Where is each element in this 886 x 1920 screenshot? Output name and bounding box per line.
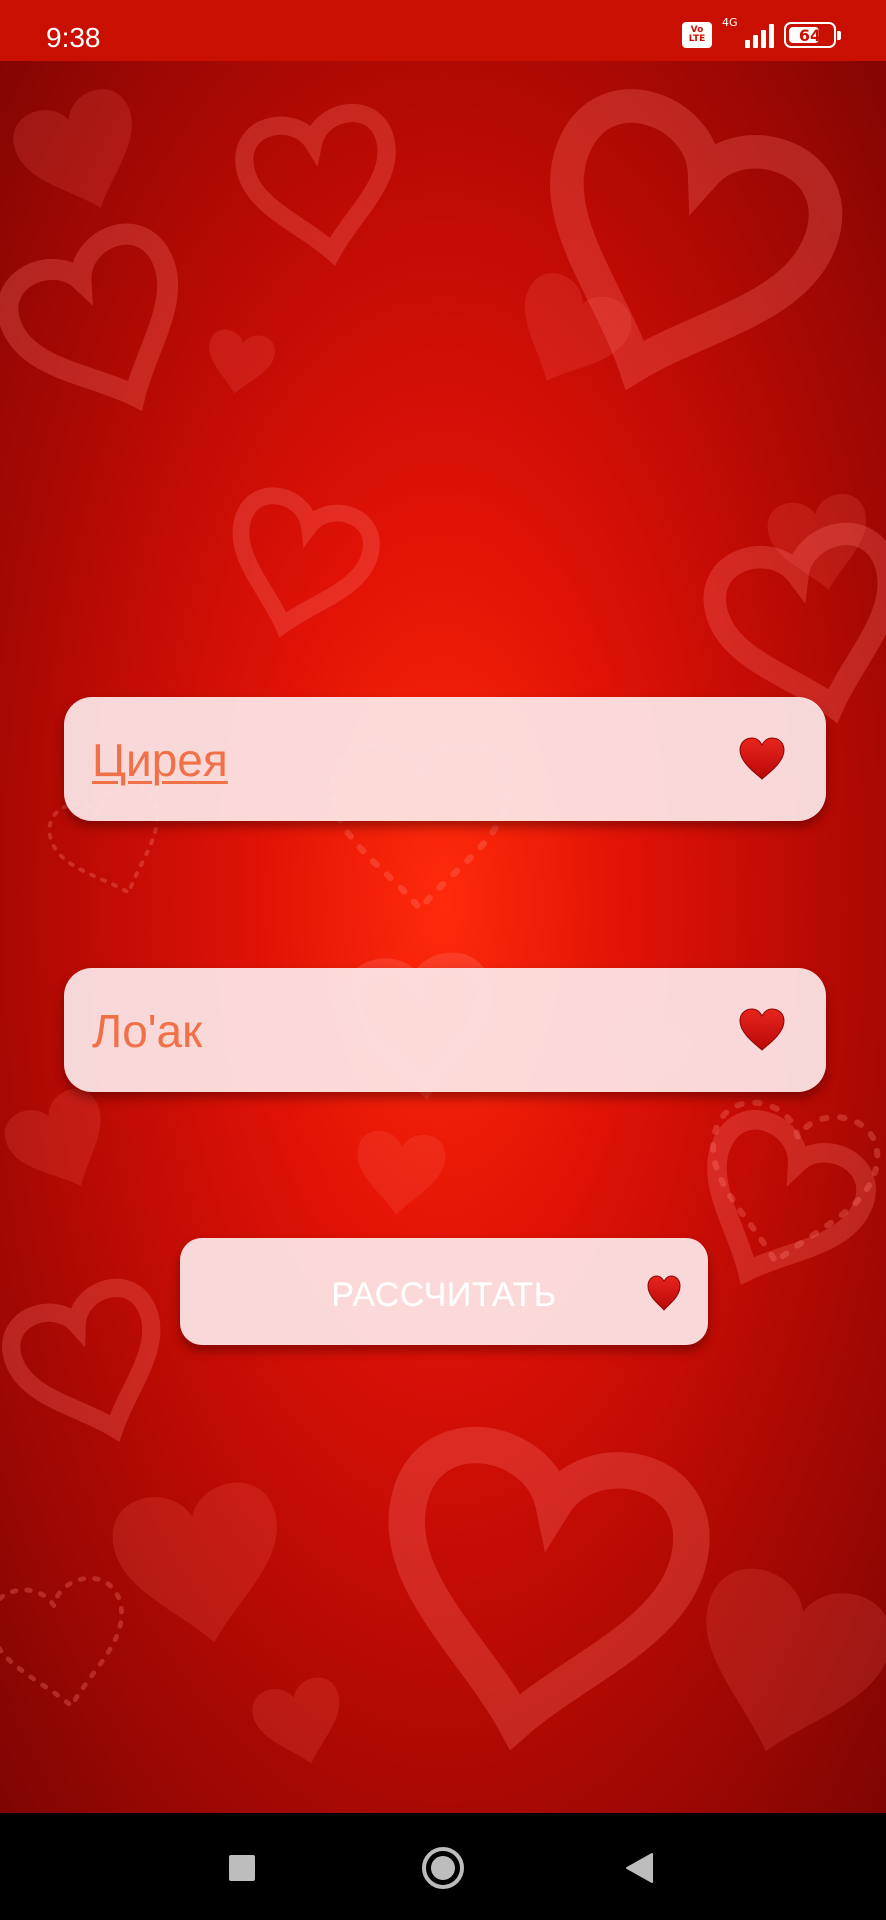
volte-line2: LTE (688, 34, 706, 44)
first-name-value[interactable]: Цирея (92, 733, 228, 787)
battery-icon: 64 (784, 22, 841, 48)
heart-icon (739, 737, 785, 780)
circle-icon (422, 1847, 464, 1889)
recents-button[interactable] (217, 1843, 267, 1893)
second-name-field[interactable]: Ло'ак (64, 968, 826, 1092)
signal-icon: 4G (722, 16, 774, 50)
second-name-value[interactable]: Ло'ак (92, 1004, 202, 1058)
calculate-button[interactable]: РАССЧИТАТЬ (180, 1238, 708, 1345)
hearts-pattern-icon (0, 61, 886, 1776)
heart-icon (739, 1008, 785, 1051)
volte-icon: Vo LTE (682, 22, 712, 48)
square-icon (229, 1855, 255, 1881)
navigation-bar (0, 1813, 886, 1920)
back-button[interactable] (614, 1843, 664, 1893)
background-hearts (0, 61, 886, 1813)
network-type: 4G (722, 16, 738, 29)
status-time: 9:38 (46, 22, 101, 53)
triangle-back-icon (626, 1853, 653, 1883)
home-button[interactable] (418, 1843, 468, 1893)
status-icons: Vo LTE 4G 64 (682, 16, 841, 50)
calculate-button-label: РАССЧИТАТЬ (331, 1276, 557, 1314)
status-bar: 9:38 Vo LTE 4G 64 (0, 0, 886, 61)
first-name-field[interactable]: Цирея (64, 697, 826, 821)
battery-level: 64 (798, 25, 822, 45)
heart-icon (647, 1275, 681, 1311)
